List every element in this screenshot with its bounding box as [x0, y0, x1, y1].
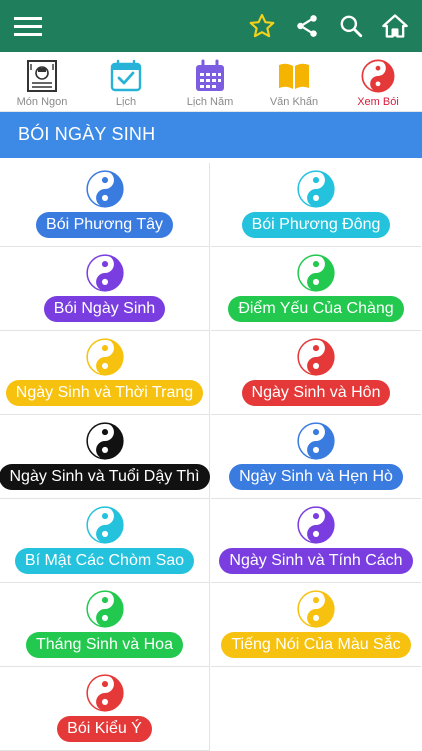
fortune-item-label: Ngày Sinh và Tuổi Dậy Thì — [0, 464, 210, 490]
fortune-item-label: Bói Ngày Sinh — [43, 296, 166, 322]
yin-yang-icon — [85, 254, 124, 292]
fortune-item[interactable]: Ngày Sinh và Tuổi Dậy Thì — [0, 415, 210, 499]
fortune-item[interactable]: Bói Phương Đông — [211, 163, 421, 247]
fortune-item-label: Tiếng Nói Của Màu Sắc — [221, 632, 411, 658]
yin-yang-icon — [85, 422, 124, 460]
fortune-item-label: Bói Kiểu Ý — [57, 716, 152, 742]
yin-yang-icon — [297, 170, 335, 208]
fortune-item[interactable]: Ngày Sinh và Tính Cách — [211, 499, 421, 583]
yin-yang-icon — [297, 590, 335, 628]
fortune-item-label: Ngày Sinh và Thời Trang — [5, 380, 204, 406]
yin-yang-icon — [85, 170, 124, 208]
yin-yang-icon — [85, 338, 124, 376]
star-icon[interactable] — [246, 10, 278, 42]
tab-label: Xem Bói — [357, 96, 399, 108]
book-icon — [276, 58, 312, 94]
calendar-check-icon — [108, 58, 144, 94]
fortune-item[interactable]: Bói Phương Tây — [0, 163, 210, 247]
yin-yang-icon — [297, 254, 335, 292]
tab-lich-nam[interactable]: Lịch Năm — [168, 52, 252, 112]
fortune-item-label: Ngày Sinh và Hôn — [241, 380, 391, 406]
tab-xem-boi[interactable]: Xem Bói — [336, 52, 420, 112]
tab-label: Lịch — [115, 96, 137, 108]
fortune-item[interactable]: Tháng Sinh và Hoa — [0, 583, 210, 667]
fortune-item-label: Tháng Sinh và Hoa — [26, 632, 183, 658]
fortune-item[interactable]: Bí Mật Các Chòm Sao — [0, 499, 210, 583]
fortune-item[interactable]: Điểm Yếu Của Chàng — [211, 247, 421, 331]
yin-yang-icon — [297, 338, 335, 376]
fortune-item[interactable]: Ngày Sinh và Thời Trang — [0, 331, 210, 415]
tab-van-khan[interactable]: Văn Khấn — [252, 52, 336, 112]
yin-yang-icon — [360, 58, 396, 94]
calendar-grid-icon — [192, 58, 228, 94]
fortune-item-label: Bói Phương Tây — [36, 212, 173, 238]
fortune-item[interactable]: Ngày Sinh và Hẹn Hò — [211, 415, 421, 499]
section-header: BÓI NGÀY SINH — [0, 112, 422, 158]
tab-label: Văn Khấn — [269, 96, 319, 108]
home-icon[interactable] — [379, 10, 411, 42]
tab-label: Món Ngon — [16, 96, 68, 108]
fortune-item-label: Bói Phương Đông — [241, 212, 391, 238]
menu-icon[interactable] — [12, 10, 44, 42]
category-tab-bar: Món Ngon Lịch Lịch Năm Văn Khấn Xem Bói — [0, 52, 422, 112]
tab-mon-ngon[interactable]: Món Ngon — [0, 52, 84, 112]
top-app-bar — [0, 0, 422, 52]
fortune-item-label: Ngày Sinh và Tính Cách — [219, 548, 413, 574]
yin-yang-icon — [85, 590, 124, 628]
yin-yang-icon — [85, 506, 124, 544]
share-icon[interactable] — [291, 10, 323, 42]
fortune-item[interactable]: Bói Kiểu Ý — [0, 667, 210, 751]
section-title: BÓI NGÀY SINH — [18, 124, 156, 144]
yin-yang-icon — [85, 674, 124, 712]
fortune-item[interactable]: Bói Ngày Sinh — [0, 247, 210, 331]
fortune-item-label: Bí Mật Các Chòm Sao — [14, 548, 195, 574]
fortune-item-label: Điểm Yếu Của Chàng — [228, 296, 404, 322]
tab-label: Lịch Năm — [186, 96, 234, 108]
search-icon[interactable] — [335, 10, 367, 42]
tab-lich[interactable]: Lịch — [84, 52, 168, 112]
yin-yang-icon — [297, 422, 335, 460]
fortune-item[interactable]: Tiếng Nói Của Màu Sắc — [211, 583, 421, 667]
cookbook-icon — [24, 58, 60, 94]
fortune-item-label: Ngày Sinh và Hẹn Hò — [229, 464, 403, 490]
fortune-item[interactable]: Ngày Sinh và Hôn — [211, 331, 421, 415]
yin-yang-icon — [297, 506, 335, 544]
